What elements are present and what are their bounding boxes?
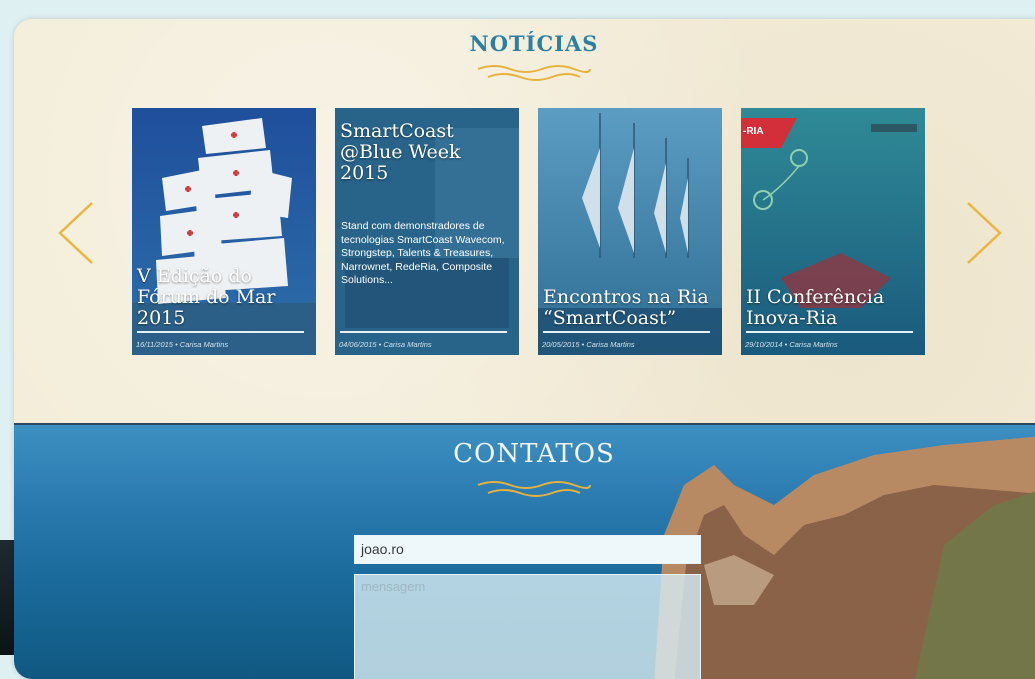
news-card[interactable]: -RIA II Conferência Inova-Ria 29/10/2014… [741,108,925,355]
news-card[interactable]: Encontros na Ria “SmartCoast” 20/05/2015… [538,108,722,355]
email-field[interactable]: joao.ro [354,535,701,564]
card-meta: 20/05/2015 • Carisa Martins [542,340,635,349]
title-underline [340,331,507,333]
news-card[interactable]: SmartCoast @Blue Week 2015 Stand com dem… [335,108,519,355]
title-underline [543,331,710,333]
card-title: V Edição do Fórum do Mar 2015 [137,265,276,329]
card-meta: 29/10/2014 • Carisa Martins [745,340,838,349]
chevron-left-icon[interactable] [56,201,96,265]
message-field[interactable]: mensagem [354,574,701,679]
news-title: NOTÍCIAS [469,31,599,56]
wave-ornament-icon [477,65,591,81]
card-description: Stand com demonstradores de tecnologias … [341,220,505,286]
card-title: SmartCoast @Blue Week 2015 [340,120,461,184]
contacts-title: CONTATOS [453,439,615,469]
page-frame: NOTÍCIAS V Edição do Fórum do Mar 2015 1… [14,19,1035,679]
card-title: II Conferência Inova-Ria [746,286,885,329]
news-section: NOTÍCIAS V Edição do Fórum do Mar 2015 1… [14,19,1035,423]
title-underline [137,331,304,333]
contacts-section: CONTATOS joao.ro mensagem [14,423,1035,679]
card-title: Encontros na Ria “SmartCoast” [543,286,709,329]
chevron-right-icon[interactable] [964,201,1004,265]
title-underline [746,331,913,333]
poster-banner-text: -RIA [743,126,764,137]
card-meta: 04/06/2015 • Carisa Martins [339,340,432,349]
wave-ornament-icon [477,481,591,497]
news-card[interactable]: V Edição do Fórum do Mar 2015 16/11/2015… [132,108,316,355]
card-meta: 16/11/2015 • Carisa Martins [136,340,229,349]
